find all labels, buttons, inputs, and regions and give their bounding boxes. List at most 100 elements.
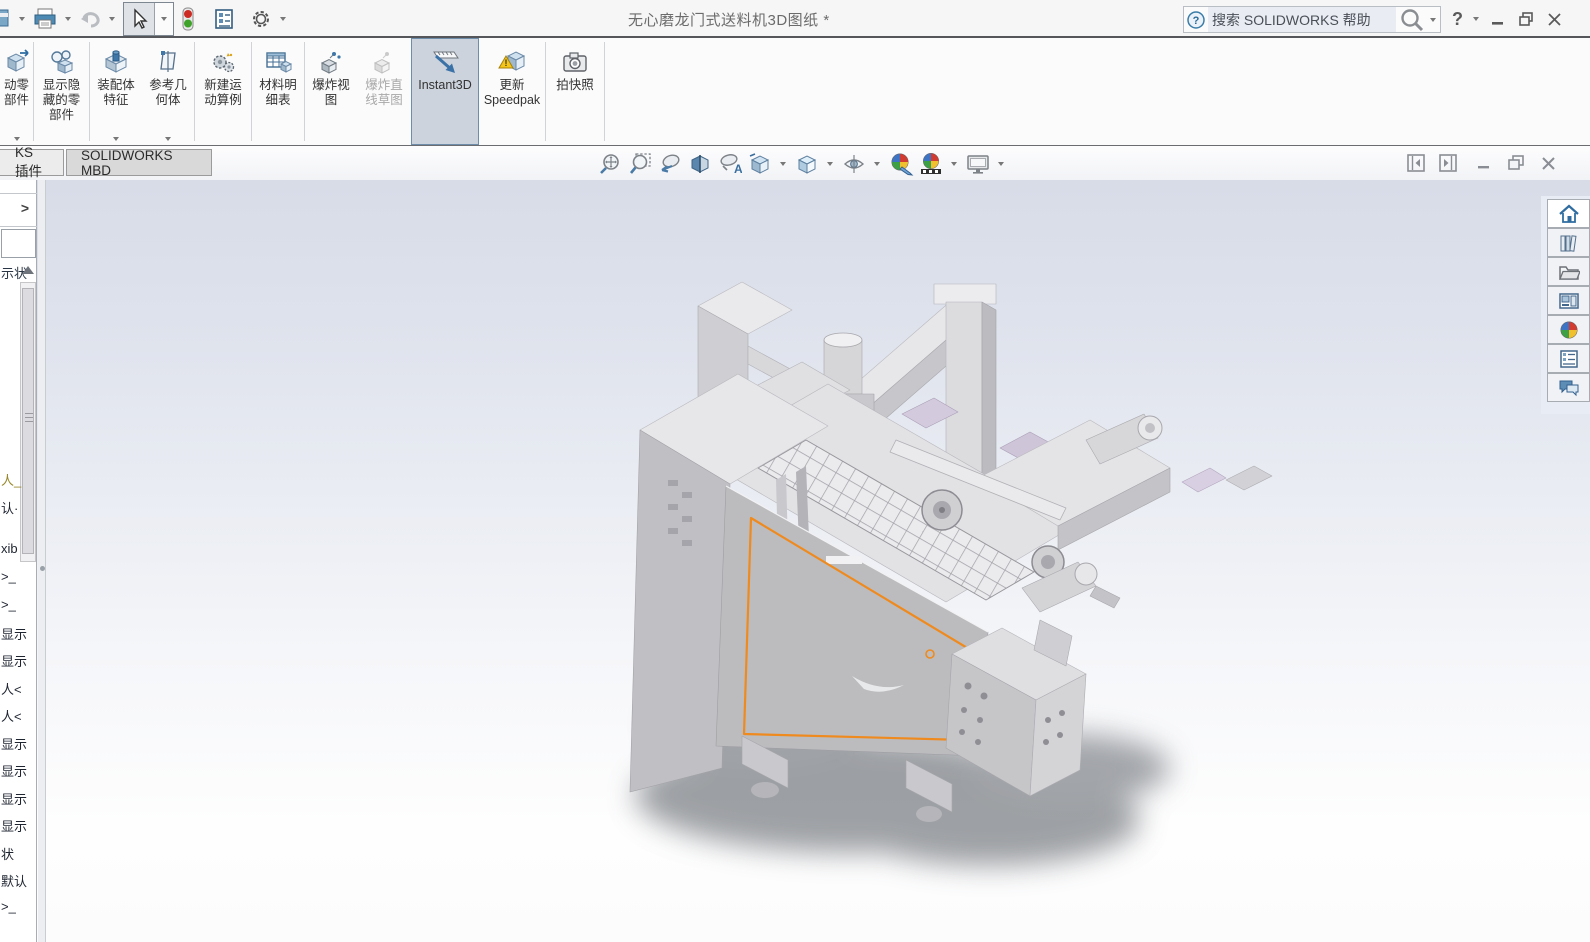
- graphics-viewport[interactable]: Y X: [0, 180, 1590, 942]
- dynamic-annotation-views-icon: A: [718, 152, 742, 176]
- tree-item-fragment[interactable]: 显示: [1, 651, 35, 670]
- search-icon[interactable]: [1396, 7, 1426, 33]
- section-view-button[interactable]: [686, 151, 713, 177]
- pane-previous-button[interactable]: [1405, 152, 1427, 174]
- rebuild-button[interactable]: [178, 4, 198, 34]
- ribbon-show-hidden-components[interactable]: 显示隐 藏的零 部件: [34, 38, 89, 145]
- ribbon-label: 部件: [4, 93, 29, 108]
- options-dropdown-caret[interactable]: [280, 17, 286, 21]
- edit-appearance-button[interactable]: [887, 151, 914, 177]
- apply-scene-caret[interactable]: [951, 162, 957, 166]
- tree-item-fragment[interactable]: 人_: [1, 470, 35, 489]
- tree-item-fragment[interactable]: xib: [1, 541, 35, 556]
- previous-view-button[interactable]: [656, 151, 683, 177]
- search-dropdown-caret[interactable]: [1430, 18, 1436, 22]
- panel-filter-box[interactable]: [1, 229, 36, 258]
- ribbon-bill-of-materials[interactable]: 材料明 细表: [252, 38, 304, 145]
- undo-dropdown-caret[interactable]: [109, 17, 115, 21]
- ribbon-move-component[interactable]: 动零 部件: [0, 38, 33, 145]
- print-button[interactable]: [29, 4, 61, 34]
- assembly-features-icon: [103, 46, 129, 78]
- taskpane-tab-view-palette[interactable]: [1547, 286, 1590, 315]
- help-button[interactable]: ?: [1448, 9, 1467, 30]
- zoom-to-fit-button[interactable]: [596, 151, 623, 177]
- tree-item-fragment[interactable]: 认·: [1, 498, 35, 517]
- zoom-to-fit-icon: [598, 152, 622, 176]
- tree-item-fragment[interactable]: >_: [1, 597, 35, 612]
- expand-panel-button[interactable]: >: [16, 198, 34, 218]
- close-button[interactable]: [1541, 6, 1567, 32]
- help-dropdown-caret[interactable]: [1473, 17, 1479, 21]
- tree-item-fragment[interactable]: 默认: [1, 871, 35, 890]
- panel-scrollbar[interactable]: [20, 282, 36, 562]
- taskpane-tab-forum[interactable]: [1547, 373, 1590, 402]
- ribbon-take-snapshot[interactable]: 拍快照: [546, 38, 604, 145]
- ribbon-reference-geometry[interactable]: 参考几 何体: [142, 38, 194, 145]
- view-orientation-caret[interactable]: [780, 162, 786, 166]
- taskpane-tab-custom-properties[interactable]: [1547, 344, 1590, 373]
- assembly-features-caret[interactable]: [113, 137, 119, 141]
- tree-item-fragment[interactable]: 人<: [1, 679, 35, 698]
- doc-minimize-button[interactable]: [1473, 152, 1495, 174]
- ribbon-label: 装配体: [97, 78, 135, 93]
- splitter-grip[interactable]: [40, 566, 45, 571]
- select-tool-button[interactable]: [124, 3, 154, 35]
- print-dropdown-caret[interactable]: [65, 17, 71, 21]
- tab-solidworks-mbd[interactable]: SOLIDWORKS MBD: [66, 149, 212, 176]
- doc-close-button[interactable]: [1537, 152, 1559, 174]
- tree-item-fragment[interactable]: >_: [1, 569, 35, 584]
- tree-item-fragment[interactable]: >_: [1, 899, 35, 914]
- options-button[interactable]: [246, 4, 276, 34]
- tree-item-fragment[interactable]: 显示: [1, 816, 35, 835]
- tree-item-fragment[interactable]: 显示: [1, 761, 35, 780]
- undo-button[interactable]: [75, 4, 105, 34]
- tree-item-fragment[interactable]: 状: [1, 844, 35, 863]
- scroll-up-arrow[interactable]: [22, 266, 34, 274]
- panel-splitter[interactable]: [38, 180, 46, 942]
- file-icon[interactable]: [0, 4, 15, 34]
- pane-next-button[interactable]: [1437, 152, 1459, 174]
- ribbon-label: 参考几: [149, 78, 187, 93]
- window-title: 无心磨龙门式送料机3D图纸 *: [628, 0, 830, 38]
- show-hidden-components-icon: [48, 46, 76, 78]
- doc-restore-button[interactable]: [1505, 152, 1527, 174]
- view-settings-caret[interactable]: [998, 162, 1004, 166]
- tree-item-fragment[interactable]: 显示: [1, 734, 35, 753]
- ribbon-label: 爆炸直: [365, 78, 403, 93]
- print-icon: [32, 8, 58, 30]
- move-component-caret[interactable]: [14, 137, 20, 141]
- hide-show-items-caret[interactable]: [874, 162, 880, 166]
- zoom-to-area-button[interactable]: [626, 151, 653, 177]
- dynamic-annotation-views-button[interactable]: A: [716, 151, 743, 177]
- tree-item-fragment[interactable]: 显示: [1, 789, 35, 808]
- view-orientation-button[interactable]: [746, 151, 773, 177]
- ribbon-exploded-view[interactable]: 爆炸视 图: [305, 38, 357, 145]
- search-input[interactable]: [1208, 7, 1396, 32]
- taskpane-tab-file-explorer[interactable]: [1547, 257, 1590, 286]
- view-settings-button[interactable]: [964, 151, 991, 177]
- view-palette-icon: [1558, 291, 1580, 311]
- taskpane-tab-design-library[interactable]: [1547, 228, 1590, 257]
- ribbon-update-speedpak[interactable]: ! 更新 Speedpak: [479, 38, 545, 145]
- taskpane-tab-home[interactable]: [1547, 199, 1590, 228]
- ribbon-assembly-features[interactable]: 装配体 特征: [90, 38, 142, 145]
- apply-scene-button[interactable]: [917, 151, 944, 177]
- ribbon-new-motion-study[interactable]: 新建运 动算例: [195, 38, 251, 145]
- solidworks-window: 无心磨龙门式送料机3D图纸 * ? ?: [0, 0, 1590, 942]
- select-tool-group: [123, 2, 174, 36]
- tab-solidworks-addins[interactable]: KS 插件: [0, 149, 64, 176]
- file-dropdown-caret[interactable]: [19, 17, 25, 21]
- tree-item-fragment[interactable]: 人<: [1, 706, 35, 725]
- display-style-button[interactable]: [793, 151, 820, 177]
- tree-item-fragment[interactable]: 显示: [1, 624, 35, 643]
- properties-button[interactable]: [210, 4, 238, 34]
- minimize-button[interactable]: [1485, 6, 1511, 32]
- taskpane-tab-appearances[interactable]: [1547, 315, 1590, 344]
- ribbon-instant3d[interactable]: Instant3D: [411, 38, 479, 145]
- hide-show-items-button[interactable]: [840, 151, 867, 177]
- display-style-caret[interactable]: [827, 162, 833, 166]
- hide-show-items-icon: [842, 152, 866, 176]
- reference-geometry-caret[interactable]: [165, 137, 171, 141]
- select-tool-dropdown[interactable]: [154, 3, 173, 35]
- restore-button[interactable]: [1513, 6, 1539, 32]
